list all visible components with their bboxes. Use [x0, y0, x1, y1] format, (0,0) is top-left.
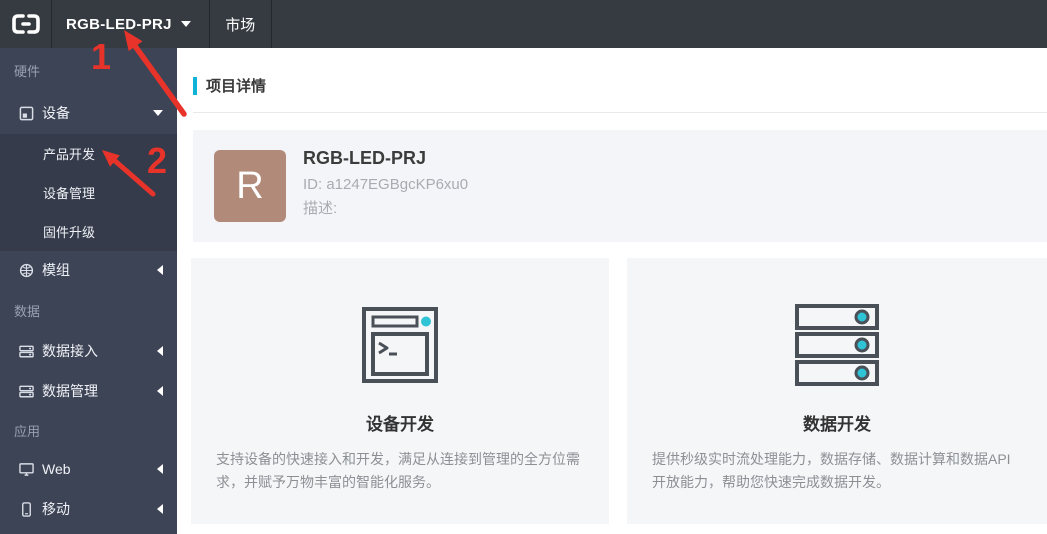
- main-content: 项目详情 R RGB-LED-PRJ ID: a1247EGBgcKP6xu0 …: [177, 48, 1047, 534]
- sidebar-item-label: Web: [42, 461, 71, 477]
- sidebar-subitem-device-mgmt[interactable]: 设备管理: [0, 173, 177, 212]
- device-submenu: 产品开发 设备管理 固件升级: [0, 134, 177, 251]
- divider: [193, 112, 1047, 113]
- phone-icon: [19, 501, 34, 517]
- sidebar-item-label: 模组: [42, 262, 70, 278]
- device-icon: [19, 106, 34, 121]
- sidebar-section-hardware: 硬件: [14, 63, 41, 79]
- chevron-down-icon: [180, 21, 191, 27]
- database-icon: [19, 344, 34, 359]
- project-avatar: R: [214, 150, 286, 222]
- sidebar-section-data: 数据: [14, 303, 41, 319]
- sidebar-item-data-access[interactable]: 数据接入: [0, 331, 177, 371]
- project-selector-label: RGB-LED-PRJ: [66, 15, 172, 33]
- sidebar-item-data-mgmt[interactable]: 数据管理: [0, 371, 177, 411]
- device-dev-title: 设备开发: [366, 415, 434, 434]
- brand-logo[interactable]: [0, 0, 52, 48]
- terminal-icon: [361, 306, 439, 384]
- chevron-down-icon: [153, 110, 163, 116]
- title-accent-bar: [193, 76, 197, 95]
- project-selector-dropdown[interactable]: RGB-LED-PRJ: [52, 0, 210, 48]
- sidebar-section-application: 应用: [14, 423, 41, 439]
- project-description-label: 描述:: [303, 200, 338, 217]
- project-name: RGB-LED-PRJ: [303, 148, 427, 168]
- chevron-left-icon: [157, 265, 163, 275]
- chevron-left-icon: [157, 504, 163, 514]
- database-icon: [19, 384, 34, 399]
- app-window: RGB-LED-PRJ 市场 硬件 设备 产品开发 设备管理 固件升级 模组 数…: [0, 0, 1047, 534]
- server-stack-icon: [795, 304, 879, 386]
- sidebar-item-label: 移动: [42, 501, 70, 517]
- sidebar-item-module[interactable]: 模组: [0, 251, 177, 289]
- device-dev-card[interactable]: 设备开发 支持设备的快速接入和开发，满足从连接到管理的全方位需求，并赋予万物丰富…: [191, 258, 609, 524]
- sidebar-item-label: 数据接入: [42, 343, 98, 359]
- brackets-logo-icon: [11, 14, 40, 34]
- project-id: ID: a1247EGBgcKP6xu0: [303, 176, 469, 193]
- sidebar-nav: 硬件 设备 产品开发 设备管理 固件升级 模组 数据 数据接入 数据管理 应用 …: [0, 48, 177, 534]
- market-nav-tab[interactable]: 市场: [210, 0, 272, 48]
- page-title: 项目详情: [206, 78, 267, 95]
- device-dev-description: 支持设备的快速接入和开发，满足从连接到管理的全方位需求，并赋予万物丰富的智能化服…: [216, 451, 580, 490]
- project-info: RGB-LED-PRJ ID: a1247EGBgcKP6xu0 描述:: [303, 148, 468, 222]
- monitor-icon: [19, 462, 34, 477]
- sidebar-item-mobile[interactable]: 移动: [0, 489, 177, 529]
- sidebar-item-label: 数据管理: [42, 383, 98, 399]
- sidebar-item-label: 设备: [42, 105, 70, 121]
- top-navbar: RGB-LED-PRJ 市场: [0, 0, 1047, 48]
- sidebar-item-device[interactable]: 设备: [0, 92, 177, 134]
- data-dev-description: 提供秒级实时流处理能力，数据存储、数据计算和数据API开放能力，帮助您快速完成数…: [652, 451, 1011, 490]
- chevron-left-icon: [157, 464, 163, 474]
- sidebar-subitem-product-dev[interactable]: 产品开发: [0, 134, 177, 173]
- module-icon: [19, 263, 34, 278]
- data-dev-title: 数据开发: [803, 415, 871, 434]
- chevron-left-icon: [157, 346, 163, 356]
- sidebar-subitem-firmware-upgrade[interactable]: 固件升级: [0, 212, 177, 251]
- sidebar-item-web[interactable]: Web: [0, 449, 177, 489]
- chevron-left-icon: [157, 386, 163, 396]
- data-dev-card[interactable]: 数据开发 提供秒级实时流处理能力，数据存储、数据计算和数据API开放能力，帮助您…: [627, 258, 1047, 524]
- page-header: 项目详情: [193, 75, 266, 96]
- project-summary-card: R RGB-LED-PRJ ID: a1247EGBgcKP6xu0 描述:: [193, 130, 1047, 242]
